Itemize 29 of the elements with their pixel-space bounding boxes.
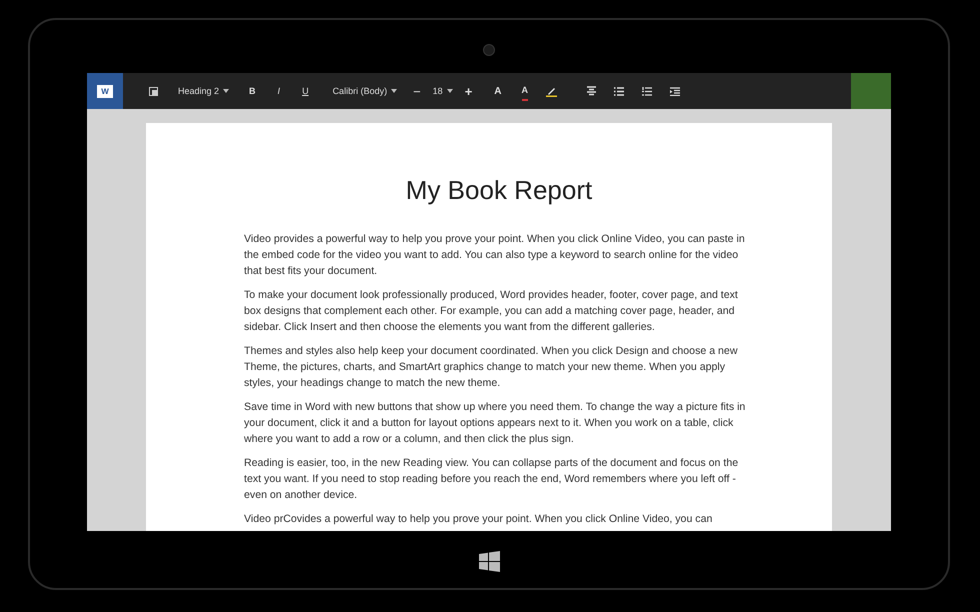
increase-size-button[interactable]: +	[464, 81, 472, 101]
highlighter-icon[interactable]	[546, 86, 558, 96]
paragraph: Video prCovides a powerful way to help you prove your point. When you click Online Video, you can	[244, 512, 714, 527]
paragraph: Save time in Word with new buttons that show up where you need them. To change the way a picture fits in your document, click it and a button for layout options appears next to it. When you work on a table, click where you want to add a row or a column, and then click the plus sign.	[244, 400, 746, 447]
caret-icon	[223, 89, 230, 93]
bold-button[interactable]: B	[249, 81, 256, 101]
windows-logo-icon[interactable]	[478, 551, 500, 572]
paragraph: Themes and styles also help keep your document coordinated. When you click Design and choose a new Theme, the pictures, charts, and SmartArt graphics change to match your new theme. When you apply styles, your headings change to match the new theme.	[244, 344, 738, 391]
caret-icon	[446, 89, 453, 93]
caret-icon	[391, 89, 398, 93]
paragraph: To make your document look professionally produced, Word provides header, footer, cover page, and text box designs that complement each other. For example, you can add a matching cover page, header, and sidebar. Click Insert and then choose the elements you want from the different galleries.	[244, 288, 739, 335]
paragraph: Reading is easier, too, in the new Reading view. You can collapse parts of the document and focus on the text you want. If you need to stop reading before you reach the end, Word remembers where you left off - even on another device.	[244, 456, 740, 503]
camera-icon	[483, 44, 495, 56]
font-color-button[interactable]: A	[522, 81, 528, 101]
paragraph: Video provides a powerful way to help you prove your point. When you click Online Video, you can paste in the embed code for the video you want to add. You can also type a keyword to search online for the video that best fits your document.	[244, 232, 746, 279]
document-title: My Book Report	[404, 174, 594, 207]
align-center-icon[interactable]	[587, 86, 596, 96]
decrease-size-button[interactable]: −	[413, 81, 421, 101]
font-dropdown[interactable]: Calibri (Body)	[332, 81, 398, 101]
style-dropdown[interactable]: Heading 2	[178, 81, 230, 101]
app-logo[interactable]: W	[87, 73, 123, 109]
numbered-list-icon[interactable]	[642, 86, 652, 96]
underline-button[interactable]: U	[302, 81, 309, 101]
format-painter-icon[interactable]	[149, 86, 158, 96]
font-size-dropdown[interactable]: 18	[432, 81, 453, 101]
italic-button[interactable]: I	[278, 81, 280, 101]
indent-icon[interactable]	[670, 86, 680, 96]
grow-font-button[interactable]: A	[494, 81, 502, 101]
bullet-list-icon[interactable]	[614, 86, 624, 96]
